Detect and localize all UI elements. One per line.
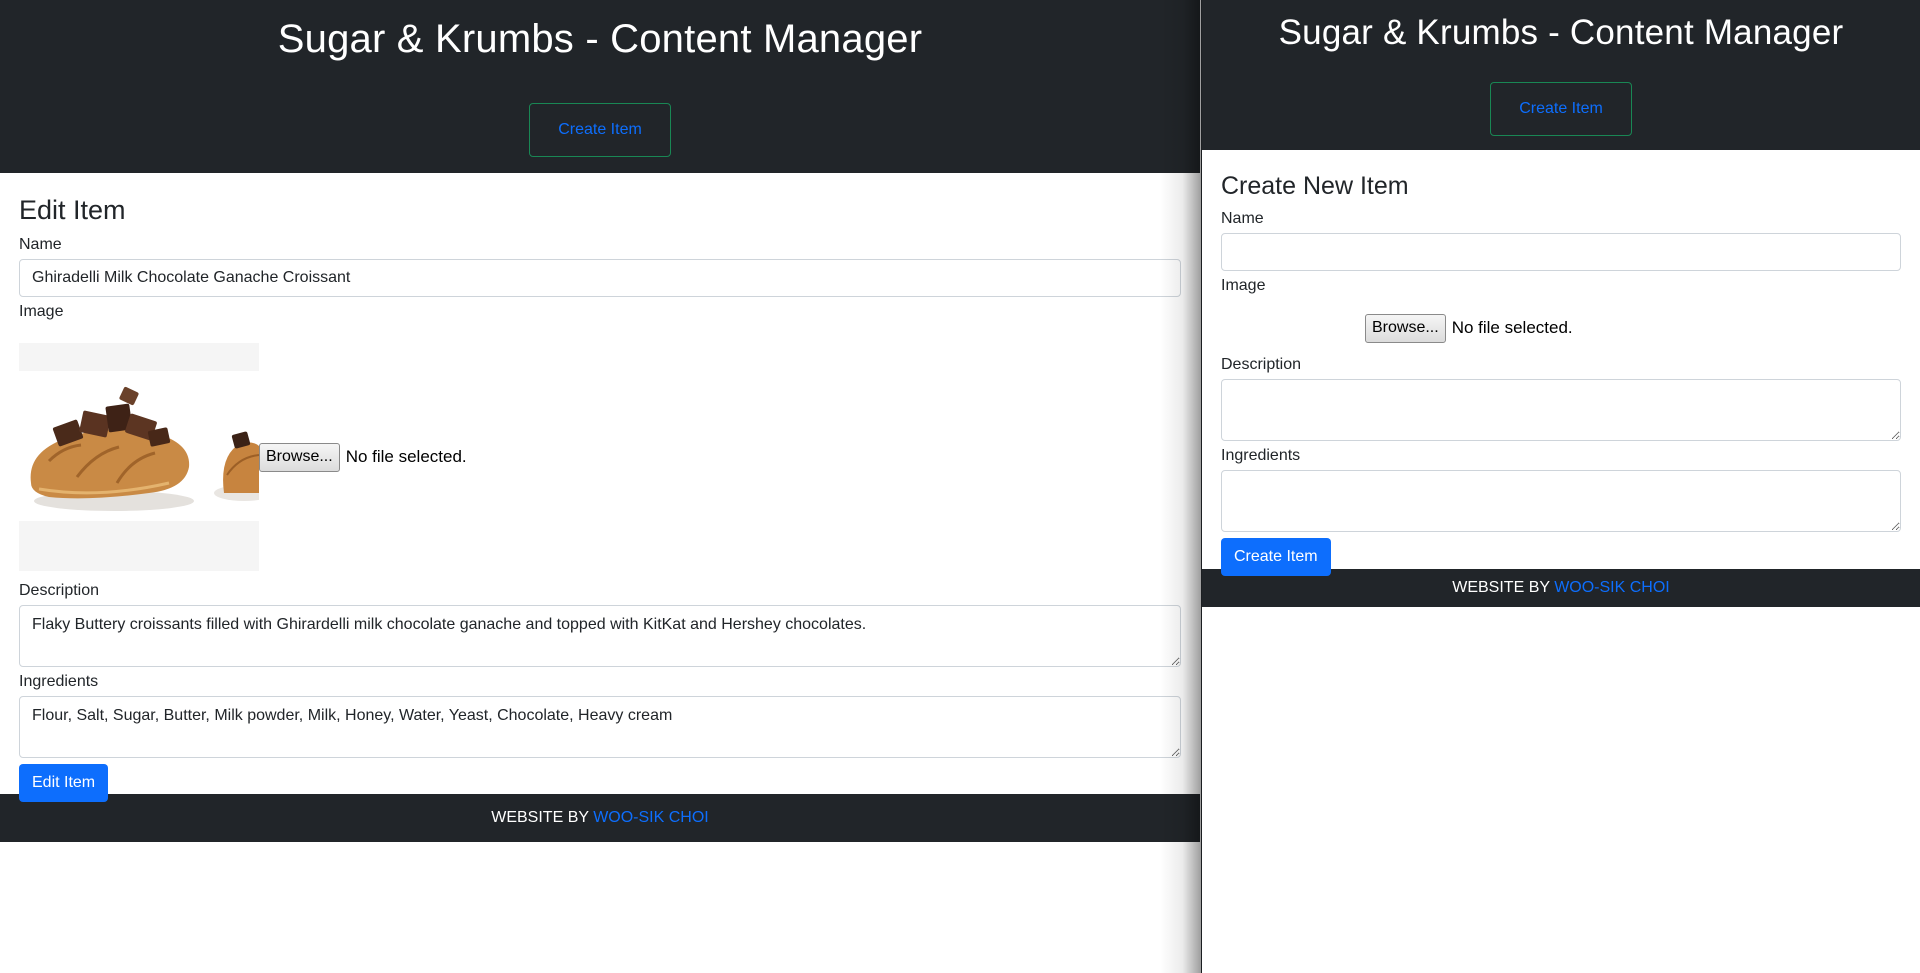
app-header: Sugar & Krumbs - Content Manager Create … xyxy=(0,0,1200,173)
window-divider-shadow xyxy=(1160,0,1201,973)
description-label: Description xyxy=(1221,356,1302,373)
ingredients-label: Ingredients xyxy=(19,673,99,690)
description-textarea[interactable] xyxy=(1221,379,1901,441)
create-item-nav-button[interactable]: Create Item xyxy=(529,103,671,157)
app-header: Sugar & Krumbs - Content Manager Create … xyxy=(1202,0,1920,150)
description-textarea[interactable]: Flaky Buttery croissants filled with Ghi… xyxy=(19,605,1181,667)
create-item-nav-button[interactable]: Create Item xyxy=(1490,82,1632,136)
name-input[interactable] xyxy=(1221,233,1901,271)
image-field: Browse... No file selected. xyxy=(1221,309,1901,347)
page-title: Edit Item xyxy=(19,195,126,225)
ingredients-textarea[interactable]: Flour, Salt, Sugar, Butter, Milk powder,… xyxy=(19,696,1181,758)
file-status: No file selected. xyxy=(1451,318,1573,337)
footer-credit-prefix: WEBSITE BY xyxy=(491,809,594,826)
app-title: Sugar & Krumbs - Content Manager xyxy=(277,17,923,61)
app-footer: WEBSITE BY WOO-SIK CHOI xyxy=(0,794,1200,842)
footer-credit-prefix: WEBSITE BY xyxy=(1452,579,1555,596)
edit-form: Edit Item Name Image xyxy=(0,173,1200,802)
name-label: Name xyxy=(19,236,62,253)
app-title: Sugar & Krumbs - Content Manager xyxy=(1278,13,1844,52)
page-title: Create New Item xyxy=(1221,172,1409,200)
edit-item-window: Sugar & Krumbs - Content Manager Create … xyxy=(0,0,1200,973)
footer-author-link[interactable]: WOO-SIK CHOI xyxy=(1554,579,1670,596)
croissant-image xyxy=(19,343,259,571)
edit-item-button[interactable]: Edit Item xyxy=(19,764,109,802)
name-input[interactable] xyxy=(19,259,1181,297)
image-label: Image xyxy=(1221,277,1266,294)
name-label: Name xyxy=(1221,210,1264,227)
browse-button[interactable]: Browse... xyxy=(259,442,340,472)
browse-button[interactable]: Browse... xyxy=(1365,313,1446,343)
file-status: No file selected. xyxy=(345,447,467,466)
create-item-button[interactable]: Create Item xyxy=(1221,538,1331,576)
image-label: Image xyxy=(19,303,64,320)
description-label: Description xyxy=(19,582,100,599)
footer-author-link[interactable]: WOO-SIK CHOI xyxy=(593,809,709,826)
create-item-window: Sugar & Krumbs - Content Manager Create … xyxy=(1201,0,1920,973)
ingredients-label: Ingredients xyxy=(1221,447,1301,464)
image-placeholder xyxy=(1221,314,1365,342)
ingredients-textarea[interactable] xyxy=(1221,470,1901,532)
image-field: Browse... No file selected. xyxy=(19,343,1181,571)
create-form: Create New Item Name Image Browse... No … xyxy=(1202,150,1920,576)
